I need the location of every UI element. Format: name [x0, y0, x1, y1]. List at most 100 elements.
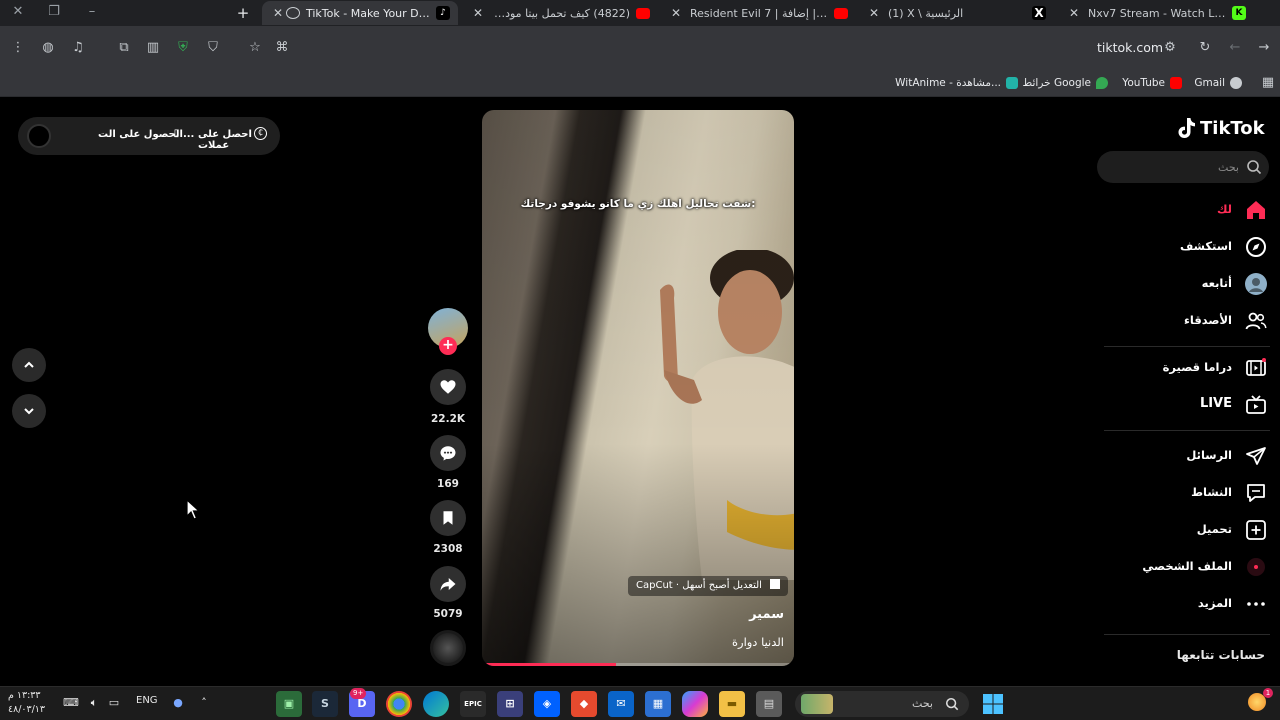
nav-following[interactable]: أتابعه — [1100, 269, 1270, 299]
chevron-down-icon — [24, 408, 34, 415]
store-icon[interactable]: ▦ — [645, 691, 671, 717]
bookmark-google-maps[interactable]: خرائط Google — [1023, 74, 1108, 92]
nav-live[interactable]: LIVE — [1100, 390, 1270, 420]
network-icon[interactable]: ▭ — [106, 695, 122, 711]
close-tab-icon[interactable]: ✕ — [668, 6, 684, 20]
back-icon[interactable]: → — [1254, 38, 1274, 58]
close-tab-icon[interactable]: ✕ — [1066, 6, 1082, 20]
comment-button[interactable] — [430, 435, 466, 471]
capcut-badge[interactable]: CapCut · التعديل أصبح أسهل — [628, 576, 789, 596]
tab-youtube-1[interactable]: ✕ (4822) كيف تحمل بيتا مودرن وراء — [462, 1, 658, 25]
outlook-icon[interactable]: ✉ — [608, 691, 634, 717]
close-tab-icon[interactable]: ✕ — [270, 6, 286, 20]
next-video-button[interactable] — [12, 394, 46, 428]
music-disc-icon[interactable] — [430, 630, 466, 666]
tab-x[interactable]: ✕ (1) X \ الرئيسية X — [858, 1, 1054, 25]
windows-start-icon[interactable] — [980, 691, 1006, 717]
user-avatar[interactable] — [27, 124, 51, 148]
share-button[interactable] — [430, 566, 466, 602]
new-tab-button[interactable]: + — [233, 3, 253, 23]
microphone-icon[interactable]: ● — [170, 695, 186, 711]
tab-youtube-2[interactable]: ✕ Resident Evil 7 | إضافة | End of Zoe — [660, 1, 856, 25]
tab-kick[interactable]: ✕ Nxv7 Stream - Watch Live on Kick K — [1058, 1, 1254, 25]
maximize-window-icon[interactable]: ❐ — [36, 0, 72, 26]
nav-label: تحميل — [1196, 522, 1232, 536]
video-progress-bar[interactable] — [482, 663, 794, 666]
compass-icon — [1246, 237, 1266, 257]
get-coins-link[interactable]: احصل على عملات — [198, 129, 280, 151]
message-icon — [1247, 484, 1265, 502]
chrome-icon[interactable] — [386, 691, 412, 717]
close-window-icon[interactable]: ✕ — [0, 0, 36, 26]
shield-icon[interactable]: ⛨ — [173, 38, 193, 58]
bookmark-star-icon[interactable]: ☆ — [245, 38, 265, 58]
volume-icon[interactable]: 🔈︎ — [86, 695, 102, 711]
close-tab-icon[interactable]: ✕ — [866, 6, 882, 20]
tab-title: Nxv7 Stream - Watch Live on Kick — [1088, 6, 1232, 20]
apps-grid-icon[interactable]: ▦ — [1258, 73, 1278, 93]
taskbar-search[interactable]: بحث — [795, 691, 969, 717]
media-controls-icon[interactable]: ♫ — [68, 38, 88, 58]
nav-messages[interactable]: الرسائل — [1100, 441, 1270, 471]
previous-video-button[interactable] — [12, 348, 46, 382]
reload-icon[interactable]: ↻ — [1195, 38, 1215, 58]
close-tab-icon[interactable]: ✕ — [470, 6, 486, 20]
address-bar[interactable]: tiktok.com — [1097, 40, 1163, 55]
nav-label: استكشف — [1179, 239, 1232, 253]
bookmark-youtube[interactable]: YouTube — [1122, 74, 1182, 92]
video-description: الدنيا دوارة — [731, 635, 784, 649]
app-icon[interactable]: ▣ — [276, 691, 302, 717]
friends-icon — [1245, 312, 1267, 330]
bookmark-witanime[interactable]: WitAnime - مشاهدة... — [895, 74, 1018, 92]
bookmark-label: WitAnime - مشاهدة... — [895, 77, 1001, 89]
app-diamond-icon[interactable]: ◆ — [571, 691, 597, 717]
nav-explore[interactable]: استكشف — [1100, 232, 1270, 262]
tiktok-logo[interactable]: TikTok — [1176, 115, 1265, 141]
nav-label: الملف الشخصي — [1142, 559, 1232, 573]
edge-icon[interactable] — [423, 691, 449, 717]
nav-upload[interactable]: تحميل — [1100, 515, 1270, 545]
file-explorer-icon[interactable]: ▬ — [719, 691, 745, 717]
gamepad-icon[interactable]: ⌨ — [63, 695, 79, 711]
bookmark-gmail[interactable]: Gmail — [1194, 74, 1242, 92]
follow-plus-icon[interactable]: + — [439, 337, 457, 355]
nav-activity[interactable]: النشاط — [1100, 478, 1270, 508]
input-language[interactable]: ENG — [136, 695, 158, 706]
video-author[interactable]: سمير — [749, 607, 784, 622]
minimize-window-icon[interactable]: – — [74, 0, 110, 26]
menu-dots-icon[interactable]: ⋮ — [8, 38, 28, 58]
profile-avatar-icon[interactable]: ◍ — [38, 38, 58, 58]
sidebar-divider — [1104, 346, 1270, 347]
dropbox-icon[interactable]: ◈ — [534, 691, 560, 717]
notification-badge-icon: 1 — [1263, 688, 1273, 698]
nav-for-you[interactable]: لك — [1100, 195, 1270, 225]
video-progress-fill — [482, 663, 617, 666]
adblock-icon[interactable]: ⛉ — [203, 38, 223, 58]
tab-tiktok[interactable]: ✕ · TikTok - Make Your Day ♪ — [262, 1, 458, 25]
copilot-icon[interactable] — [682, 691, 708, 717]
save-button[interactable] — [430, 500, 466, 536]
nav-friends[interactable]: الأصدقاء — [1100, 306, 1270, 336]
extension-icon[interactable]: ▥ — [143, 38, 163, 58]
nav-profile[interactable]: الملف الشخصي — [1100, 552, 1270, 582]
video-player[interactable]: شفت تحاليل اهلك زي ما كانو يشوفو درجاتك:… — [482, 110, 794, 666]
app-generic-icon[interactable]: ▤ — [756, 691, 782, 717]
clock[interactable]: ١٣:٣٣ م ٤٨/٠٣/١٣ — [8, 689, 45, 717]
comment-icon — [440, 446, 456, 461]
logo-text: TikTok — [1200, 117, 1265, 139]
bookmarks-bar: ▦ Gmail YouTube خرائط Google WitAnime - … — [0, 70, 1280, 97]
tray-chevron-up-icon[interactable]: ˄ — [196, 695, 212, 711]
epic-games-icon[interactable]: EPIC — [460, 691, 486, 717]
steam-icon[interactable]: S — [312, 691, 338, 717]
extensions-icon[interactable]: ⧉ — [114, 38, 134, 58]
nav-short-drama[interactable]: دراما قصيرة — [1100, 353, 1270, 383]
like-button[interactable] — [430, 369, 466, 405]
app-window-icon[interactable]: ⊞ — [497, 691, 523, 717]
forward-icon[interactable]: ← — [1225, 38, 1245, 58]
nav-more[interactable]: المزيد — [1100, 589, 1270, 619]
search-icon[interactable] — [1246, 159, 1262, 175]
witanime-icon — [1006, 77, 1018, 89]
search-input[interactable] — [1127, 151, 1239, 183]
translate-icon[interactable]: ⌘ — [272, 38, 292, 58]
get-app-link[interactable]: الحصول على الت... — [98, 129, 194, 140]
